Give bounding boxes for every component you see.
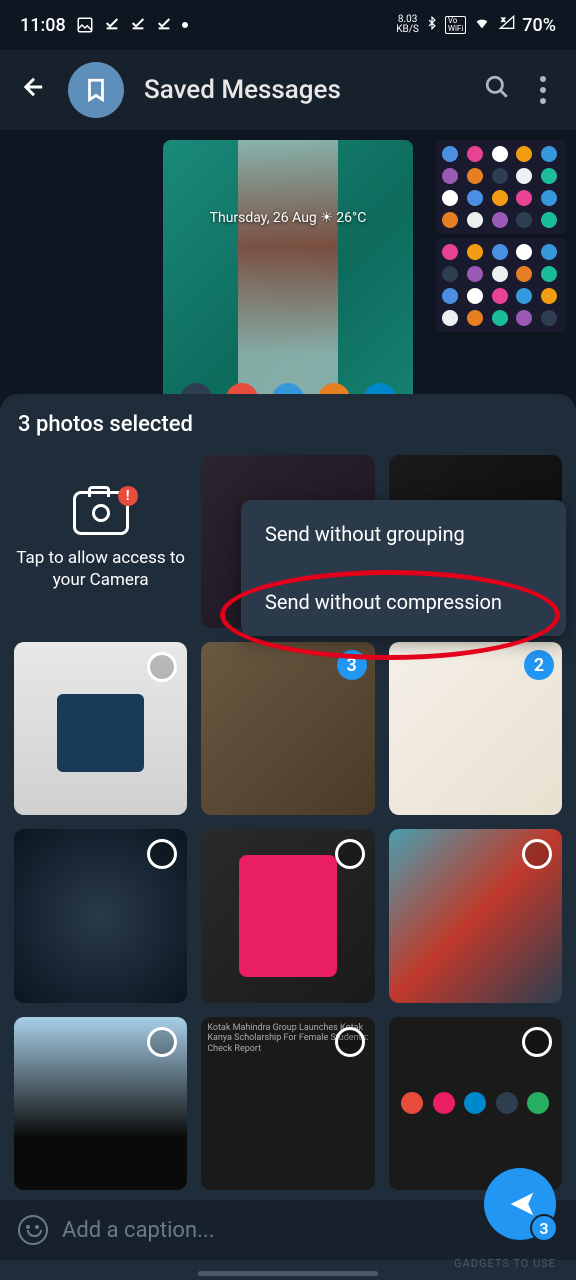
menu-send-without-compression[interactable]: Send without compression — [241, 568, 566, 636]
chat-header: Saved Messages — [0, 50, 576, 130]
alert-badge: ! — [118, 486, 138, 506]
network-speed: 8.03KB/S — [396, 15, 419, 35]
signal-icon: x — [498, 15, 516, 35]
selection-badge[interactable]: 2 — [524, 650, 554, 680]
photo-thumbnail[interactable]: Kotak Mahindra Group Launches Kotak Kany… — [201, 1017, 374, 1190]
send-button[interactable]: 3 — [484, 1168, 556, 1240]
photo-thumbnail[interactable] — [14, 642, 187, 815]
photo-thumbnail[interactable] — [14, 1017, 187, 1190]
photo-thumbnail[interactable] — [14, 829, 187, 1002]
dot-icon — [182, 22, 188, 28]
vowifi-icon: VoWiFi — [445, 16, 466, 34]
watermark: GADGETS TO USE — [454, 1257, 556, 1270]
photo-thumbnail[interactable] — [389, 1017, 562, 1190]
image-icon — [76, 16, 94, 34]
photo-thumbnail[interactable]: 2 — [389, 642, 562, 815]
more-icon[interactable] — [530, 76, 556, 104]
back-arrow-icon[interactable] — [20, 73, 48, 108]
camera-access-tile[interactable]: ! Tap to allow access to your Camera — [14, 455, 187, 628]
camera-access-label: Tap to allow access to your Camera — [14, 547, 187, 591]
bluetooth-icon — [425, 14, 439, 36]
svg-text:x: x — [502, 16, 506, 24]
send-options-menu: Send without grouping Send without compr… — [241, 500, 566, 636]
message-image-small[interactable] — [436, 238, 566, 332]
widget-date-weather: Thursday, 26 Aug ☀ 26°C — [163, 210, 413, 226]
check-icon — [156, 15, 172, 36]
selection-circle[interactable] — [147, 1027, 177, 1057]
check-icon — [130, 15, 146, 36]
selection-badge[interactable]: 3 — [337, 650, 367, 680]
selection-circle[interactable] — [522, 839, 552, 869]
caption-input[interactable]: Add a caption... — [62, 1218, 558, 1243]
selection-circle[interactable] — [522, 1027, 552, 1057]
nav-handle[interactable] — [198, 1271, 378, 1276]
check-icon — [104, 15, 120, 36]
chat-title: Saved Messages — [144, 75, 464, 105]
camera-icon: ! — [73, 491, 129, 535]
message-image-small[interactable] — [436, 140, 566, 234]
menu-send-without-grouping[interactable]: Send without grouping — [241, 500, 566, 568]
emoji-icon[interactable] — [18, 1215, 48, 1245]
status-time: 11:08 — [20, 15, 66, 36]
status-bar: 11:08 8.03KB/S VoWiFi x 70% — [0, 0, 576, 50]
wifi-icon — [472, 15, 492, 35]
search-icon[interactable] — [484, 74, 510, 107]
selection-circle[interactable] — [147, 839, 177, 869]
send-count-badge: 3 — [530, 1214, 558, 1242]
photo-thumbnail[interactable] — [201, 829, 374, 1002]
picker-title: 3 photos selected — [14, 412, 562, 437]
photo-thumbnail[interactable] — [389, 829, 562, 1002]
selection-circle[interactable] — [335, 839, 365, 869]
selection-circle[interactable] — [335, 1027, 365, 1057]
photo-thumbnail[interactable]: 3 — [201, 642, 374, 815]
bookmark-avatar[interactable] — [68, 62, 124, 118]
selection-circle[interactable] — [147, 652, 177, 682]
battery-percent: 70% — [522, 15, 556, 36]
